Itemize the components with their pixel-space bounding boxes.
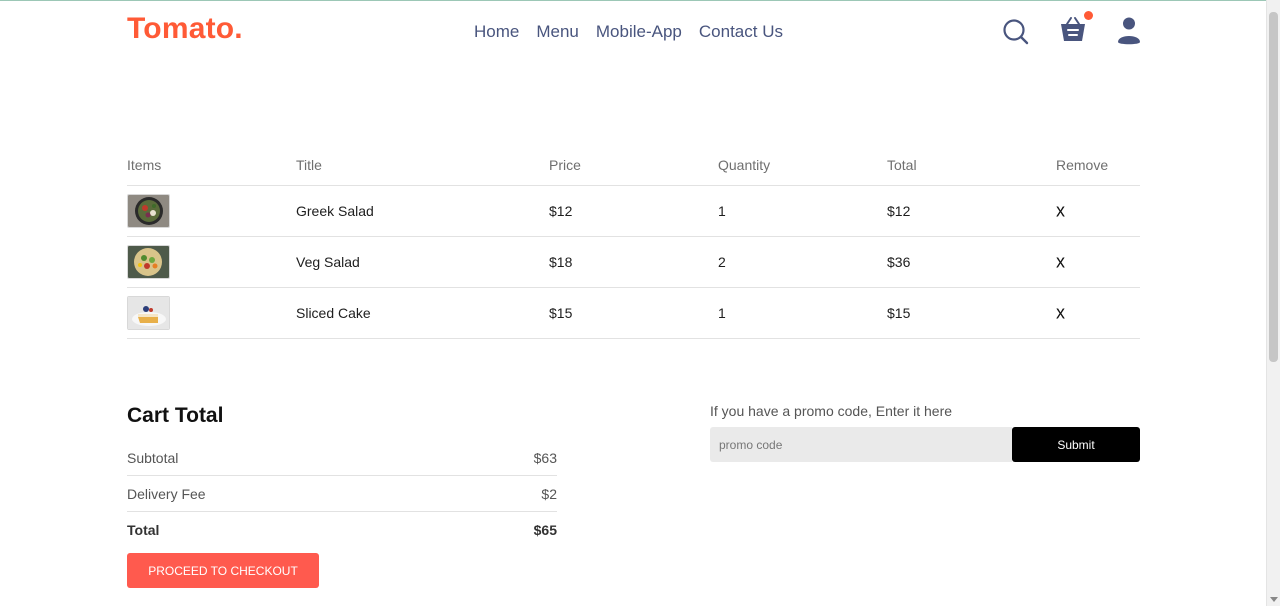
scroll-down-arrow-icon[interactable] [1270, 597, 1278, 602]
nav-mobile-app[interactable]: Mobile-App [596, 22, 682, 42]
basket-icon[interactable] [1058, 11, 1093, 49]
item-title: Sliced Cake [296, 305, 371, 321]
scrollbar-thumb[interactable] [1269, 12, 1278, 362]
subtotal-label: Subtotal [127, 449, 179, 466]
header-price: Price [549, 157, 581, 173]
item-title: Veg Salad [296, 254, 360, 270]
remove-item-button[interactable]: x [1056, 201, 1065, 222]
item-total: $15 [887, 305, 911, 321]
nav-home[interactable]: Home [474, 22, 519, 42]
sliced-cake-image [127, 296, 170, 330]
promo-code-form: Submit [710, 427, 1140, 462]
cart-total-title: Cart Total [127, 404, 224, 427]
item-price: $18 [549, 254, 573, 270]
subtotal-row: Subtotal $63 [127, 440, 557, 476]
item-quantity: 2 [718, 254, 726, 270]
delivery-fee-row: Delivery Fee $2 [127, 476, 557, 512]
header-items: Items [127, 157, 162, 173]
item-quantity: 1 [718, 203, 726, 219]
item-price: $15 [549, 305, 573, 321]
cart-items-table: Items Title Price Quantity Total Remove … [127, 145, 1140, 339]
promo-code-input[interactable] [710, 427, 1012, 462]
table-row: Greek Salad $12 1 $12 x [127, 186, 1140, 237]
nav-contact-us[interactable]: Contact Us [699, 22, 783, 42]
total-value: $65 [533, 521, 557, 538]
table-row: Veg Salad $18 2 $36 x [127, 237, 1140, 288]
item-quantity: 1 [718, 305, 726, 321]
header-remove: Remove [1056, 157, 1109, 173]
item-title: Greek Salad [296, 203, 374, 219]
search-icon[interactable] [1002, 18, 1030, 51]
delivery-fee-label: Delivery Fee [127, 485, 206, 502]
table-header: Items Title Price Quantity Total Remove [127, 145, 1140, 186]
delivery-fee-value: $2 [541, 485, 557, 502]
promo-submit-button[interactable]: Submit [1012, 427, 1140, 462]
cart-total-panel: Cart Total Subtotal $63 Delivery Fee $2 … [127, 404, 557, 588]
item-price: $12 [549, 203, 573, 219]
brand-logo[interactable]: Tomato. [127, 12, 243, 46]
page-scrollbar[interactable] [1266, 0, 1280, 606]
nav-menu[interactable]: Menu [536, 22, 579, 42]
promo-prompt: If you have a promo code, Enter it here [710, 403, 953, 419]
item-total: $12 [887, 203, 911, 219]
promo-code-panel: If you have a promo code, Enter it here … [710, 403, 1140, 462]
subtotal-value: $63 [533, 449, 557, 466]
profile-icon[interactable] [1116, 16, 1142, 51]
header-title: Title [296, 157, 322, 173]
header-quantity: Quantity [718, 157, 771, 173]
cart-notification-dot [1084, 11, 1093, 20]
main-nav: Home Menu Mobile-App Contact Us [474, 22, 783, 42]
total-row: Total $65 [127, 512, 557, 547]
item-total: $36 [887, 254, 911, 270]
veg-salad-image [127, 245, 170, 279]
proceed-to-checkout-button[interactable]: PROCEED TO CHECKOUT [127, 553, 319, 588]
top-border [0, 0, 1280, 1]
total-label: Total [127, 521, 160, 538]
header-total: Total [887, 157, 917, 173]
greek-salad-image [127, 194, 170, 228]
table-row: Sliced Cake $15 1 $15 x [127, 288, 1140, 339]
remove-item-button[interactable]: x [1056, 252, 1065, 273]
remove-item-button[interactable]: x [1056, 303, 1065, 324]
